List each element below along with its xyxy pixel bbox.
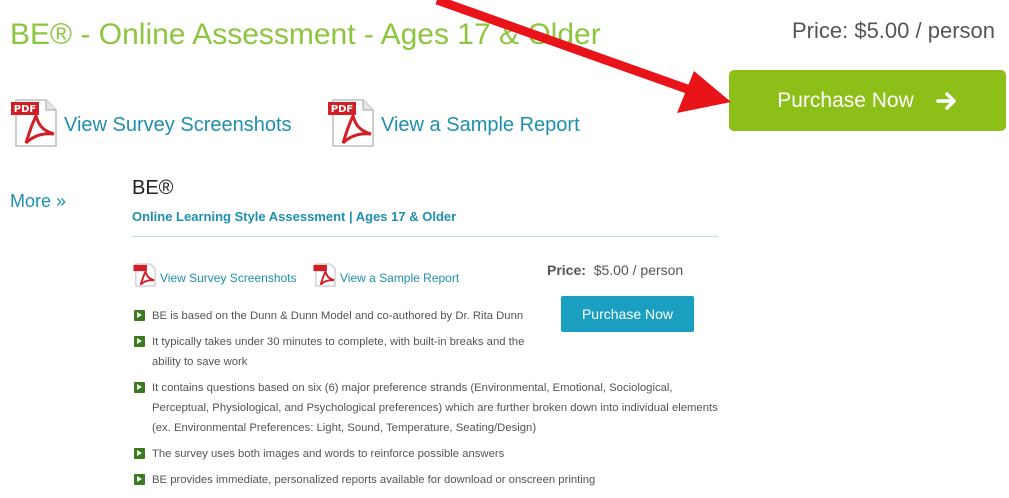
product-title: BE® - Online Assessment - Ages 17 & Olde… [10, 18, 601, 51]
link-label: View a Sample Report [381, 114, 580, 136]
view-survey-screenshots-link[interactable]: PDF View Survey Screenshots [10, 98, 292, 153]
purchase-now-button[interactable]: Purchase Now [729, 70, 1006, 131]
view-sample-report-link[interactable]: PDF View a Sample Report [327, 98, 580, 153]
pdf-icon [133, 263, 157, 292]
bullet-arrow-icon [134, 382, 145, 393]
card-product-name: BE® [132, 177, 174, 199]
link-label: View Survey Screenshots [160, 270, 297, 285]
bullet-arrow-icon [134, 310, 145, 321]
list-item: BE provides immediate, personalized repo… [134, 470, 724, 490]
feature-list: BE is based on the Dunn & Dunn Model and… [134, 306, 724, 496]
bullet-arrow-icon [134, 474, 145, 485]
card-view-survey-screenshots-link[interactable]: View Survey Screenshots [133, 263, 297, 292]
price-label: Price: [547, 262, 586, 278]
svg-text:PDF: PDF [331, 104, 353, 115]
bullet-arrow-icon [134, 448, 145, 459]
list-item: It typically takes under 30 minutes to c… [134, 332, 532, 372]
card-view-sample-report-link[interactable]: View a Sample Report [313, 263, 459, 292]
arrow-right-icon [936, 91, 958, 111]
link-label: View a Sample Report [340, 270, 460, 285]
bullet-arrow-icon [134, 336, 145, 347]
divider [132, 236, 718, 237]
card-price: Price: $5.00 / person [547, 262, 683, 278]
product-price: Price: $5.00 / person [791, 18, 995, 43]
list-item: BE is based on the Dunn & Dunn Model and… [134, 306, 532, 326]
svg-text:PDF: PDF [14, 104, 36, 115]
button-label: Purchase Now [777, 88, 914, 112]
card-subtitle[interactable]: Online Learning Style Assessment | Ages … [132, 209, 456, 224]
link-label: View Survey Screenshots [64, 114, 292, 136]
price-value: $5.00 / person [593, 262, 684, 278]
pdf-icon [313, 263, 337, 292]
more-link[interactable]: More » [10, 191, 66, 212]
list-item: The survey uses both images and words to… [134, 444, 724, 464]
pdf-icon: PDF [327, 98, 377, 153]
list-item: It contains questions based on six (6) m… [134, 378, 724, 438]
pdf-icon: PDF [10, 98, 60, 153]
